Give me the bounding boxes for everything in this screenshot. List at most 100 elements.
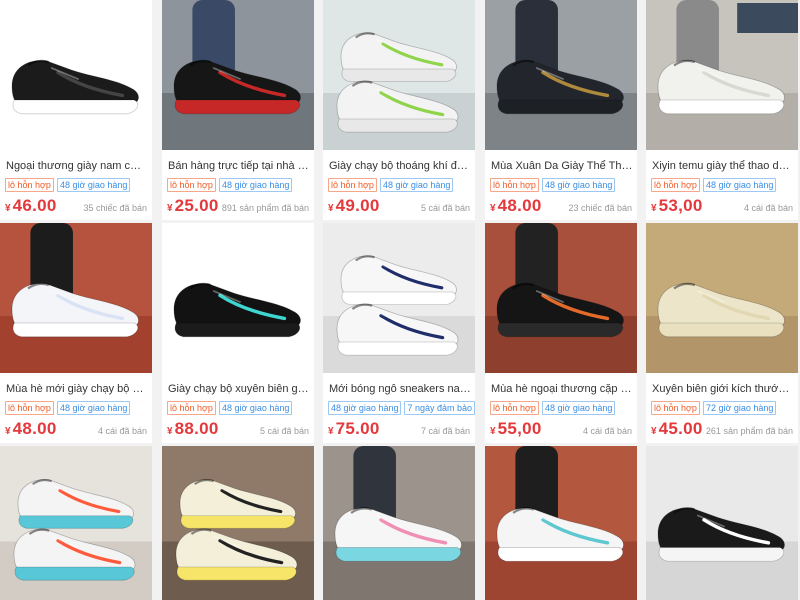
product-tags: lô hỗn hợp 48 giờ giao hàng: [5, 178, 131, 192]
tag-mixed-batch: lô hỗn hợp: [651, 178, 700, 192]
black-sneaker-white-sole-icon[interactable]: [0, 0, 152, 150]
tag-shipping: 48 giờ giao hàng: [328, 401, 402, 415]
white-knit-sneaker-on-foot-icon[interactable]: [646, 0, 798, 150]
tag-mixed-batch: lô hỗn hợp: [167, 401, 216, 415]
tag-shipping: 48 giờ giao hàng: [541, 401, 616, 415]
tag-shipping: 48 giờ giao hàng: [379, 178, 454, 192]
product-grid: Ngoại thương giày nam cỡ lớn ... lô hỗn h…: [0, 0, 800, 600]
product-card[interactable]: Mùa Xuân Da Giày Thể Thao Na... lô hỗn hợ…: [485, 0, 637, 220]
product-price: 45.00: [658, 419, 703, 438]
currency-symbol: ¥: [5, 426, 11, 437]
product-price: 46.00: [12, 196, 57, 215]
price-row: ¥53,00 4 cái đã bán: [651, 196, 793, 216]
product-card[interactable]: Giày chạy bộ thoáng khí đan hỗ... lô hỗn …: [323, 0, 475, 220]
price-row: ¥48.00 23 chiếc đã bán: [490, 196, 632, 216]
product-card[interactable]: [323, 446, 475, 600]
product-tags: lô hỗn hợp 48 giờ giao hàng: [167, 178, 293, 192]
product-card[interactable]: [0, 446, 152, 600]
product-tags: lô hỗn hợp 48 giờ giao hàng: [490, 178, 616, 192]
tag-mixed-batch: lô hỗn hợp: [5, 178, 54, 192]
beige-foam-sock-shoe-icon[interactable]: [646, 223, 798, 373]
sold-count: 35 chiếc đã bán: [83, 203, 147, 213]
tag-shipping: 72 giờ giao hàng: [702, 401, 777, 415]
product-tags: lô hỗn hợp 48 giờ giao hàng: [167, 401, 293, 415]
currency-symbol: ¥: [167, 426, 173, 437]
price-row: ¥25.00 891 sản phẩm đã bán: [167, 196, 309, 216]
product-title[interactable]: Mùa Xuân Da Giày Thể Thao Na...: [491, 160, 633, 172]
price-row: ¥46.00 35 chiếc đã bán: [5, 196, 147, 216]
product-card[interactable]: [485, 446, 637, 600]
product-title[interactable]: Giày chạy bộ thoáng khí đan hỗ...: [329, 160, 471, 172]
currency-symbol: ¥: [651, 426, 657, 437]
currency-symbol: ¥: [651, 203, 657, 214]
tag-mixed-batch: lô hỗn hợp: [328, 178, 377, 192]
black-red-sneaker-on-foot-icon[interactable]: [162, 0, 314, 150]
tag-mixed-batch: lô hỗn hợp: [490, 401, 539, 415]
sold-count: 5 cái đã bán: [420, 203, 470, 213]
tag-shipping: 48 giờ giao hàng: [218, 178, 293, 192]
product-title[interactable]: Xiyin temu giày thể thao dệt ba...: [652, 160, 794, 172]
currency-symbol: ¥: [5, 203, 11, 214]
black-cyan-air-sneaker-icon[interactable]: [162, 223, 314, 373]
product-card[interactable]: Xiyin temu giày thể thao dệt ba... lô hỗn…: [646, 0, 798, 220]
colorful-running-shoe-pair-icon[interactable]: [0, 446, 152, 600]
product-title[interactable]: Xuyên biên giới kích thước lớn c...: [652, 383, 794, 395]
currency-symbol: ¥: [328, 203, 334, 214]
price-row: ¥75.00 7 cái đã bán: [328, 419, 470, 439]
product-title[interactable]: Ngoại thương giày nam cỡ lớn ...: [6, 160, 148, 172]
product-price: 48.00: [497, 196, 542, 215]
product-price: 53,00: [658, 196, 703, 215]
price-row: ¥45.00 261 sản phẩm đã bán: [651, 419, 793, 439]
price-row: ¥88.00 5 cái đã bán: [167, 419, 309, 439]
currency-symbol: ¥: [328, 426, 334, 437]
product-card[interactable]: Ngoại thương giày nam cỡ lớn ... lô hỗn h…: [0, 0, 152, 220]
tag-mixed-batch: lô hỗn hợp: [490, 178, 539, 192]
white-navy-sneaker-pair-icon[interactable]: [323, 223, 475, 373]
product-card[interactable]: [162, 446, 314, 600]
tag-mixed-batch: lô hỗn hợp: [651, 401, 700, 415]
white-sneaker-track-on-foot-icon[interactable]: [485, 446, 637, 600]
tag-shipping: 48 giờ giao hàng: [56, 401, 131, 415]
tag-shipping: 48 giờ giao hàng: [56, 178, 131, 192]
tag-mixed-batch: lô hỗn hợp: [5, 401, 54, 415]
product-title[interactable]: Bán hàng trực tiếp tại nhà máy ...: [168, 160, 310, 172]
sold-count: 7 cái đã bán: [420, 426, 470, 436]
white-gradient-sneaker-stairs-icon[interactable]: [323, 446, 475, 600]
product-card[interactable]: Giày chạy bộ xuyên biên giới siz... lô hỗ…: [162, 223, 314, 443]
price-row: ¥55,00 4 cái đã bán: [490, 419, 632, 439]
product-tags: lô hỗn hợp 72 giờ giao hàng: [651, 401, 777, 415]
product-card[interactable]: Mùa hè mới giày chạy bộ nam ... lô hỗn hợ…: [0, 223, 152, 443]
product-title[interactable]: Mới bóng ngô sneakers nam giả...: [329, 383, 471, 395]
product-card[interactable]: Mới bóng ngô sneakers nam giả... 48 giờ g…: [323, 223, 475, 443]
white-green-running-shoe-pair-icon[interactable]: [323, 0, 475, 150]
currency-symbol: ¥: [167, 203, 173, 214]
black-white-sneaker-icon[interactable]: [646, 446, 798, 600]
sold-count: 23 chiếc đã bán: [568, 203, 632, 213]
product-title[interactable]: Giày chạy bộ xuyên biên giới siz...: [168, 383, 310, 395]
sold-count: 4 cái đã bán: [582, 426, 632, 436]
product-price: 88.00: [174, 419, 219, 438]
price-row: ¥49.00 5 cái đã bán: [328, 196, 470, 216]
retro-sneaker-pair-icon[interactable]: [162, 446, 314, 600]
black-blade-sneaker-on-foot-icon[interactable]: [485, 223, 637, 373]
product-card[interactable]: Bán hàng trực tiếp tại nhà máy ... lô hỗn…: [162, 0, 314, 220]
product-title[interactable]: Mùa hè ngoại thương cặp đôi gi...: [491, 383, 633, 395]
black-leather-sneaker-on-foot-icon[interactable]: [485, 0, 637, 150]
product-tags: lô hỗn hợp 48 giờ giao hàng: [5, 401, 131, 415]
white-running-shoe-track-icon[interactable]: [0, 223, 152, 373]
product-title[interactable]: Mùa hè mới giày chạy bộ nam ...: [6, 383, 148, 395]
product-price: 75.00: [335, 419, 380, 438]
product-card[interactable]: [646, 446, 798, 600]
product-card[interactable]: Mùa hè ngoại thương cặp đôi gi... lô hỗn …: [485, 223, 637, 443]
price-row: ¥48.00 4 cái đã bán: [5, 419, 147, 439]
product-price: 49.00: [335, 196, 380, 215]
tag-shipping: 7 ngày đảm bảo: [404, 401, 475, 415]
sold-count: 261 sản phẩm đã bán: [705, 426, 793, 436]
product-card[interactable]: Xuyên biên giới kích thước lớn c... lô hỗ…: [646, 223, 798, 443]
product-tags: lô hỗn hợp 48 giờ giao hàng: [651, 178, 777, 192]
currency-symbol: ¥: [490, 426, 496, 437]
tag-shipping: 48 giờ giao hàng: [702, 178, 777, 192]
sold-count: 4 cái đã bán: [97, 426, 147, 436]
sold-count: 4 cái đã bán: [743, 203, 793, 213]
product-tags: lô hỗn hợp 48 giờ giao hàng: [490, 401, 616, 415]
